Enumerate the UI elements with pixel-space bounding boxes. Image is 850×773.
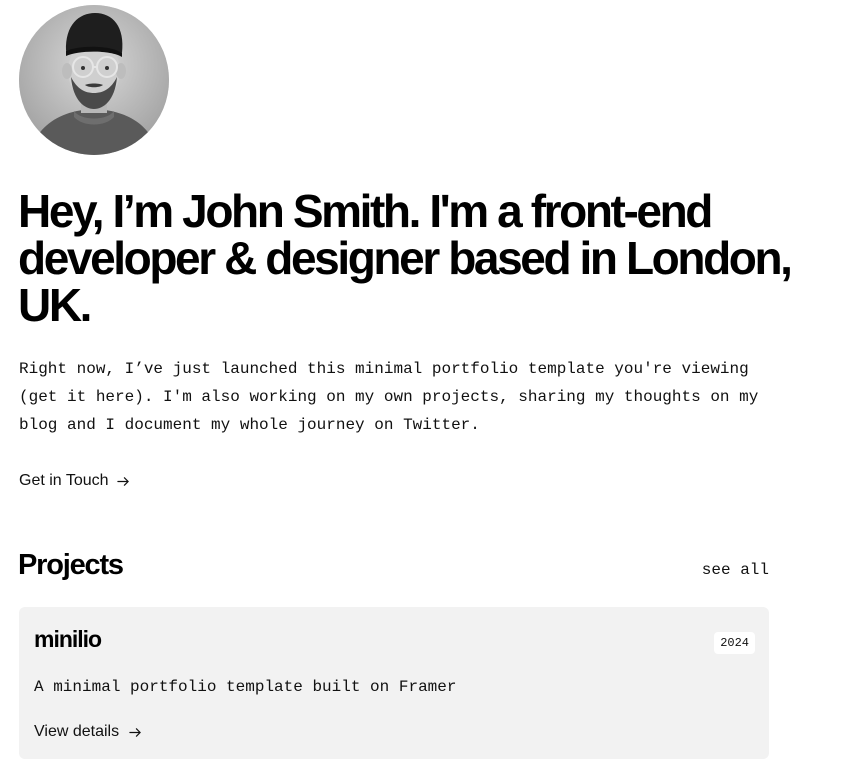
avatar xyxy=(19,5,169,155)
arrow-right-icon xyxy=(129,727,141,737)
see-all-link[interactable]: see all xyxy=(702,559,769,581)
intro-paragraph: Right now, I’ve just launched this minim… xyxy=(19,360,759,434)
project-card[interactable]: minilio 2024 A minimal portfolio templat… xyxy=(19,607,769,759)
arrow-right-icon xyxy=(116,476,129,486)
get-in-touch-label: Get in Touch xyxy=(19,472,109,489)
project-description: A minimal portfolio template built on Fr… xyxy=(34,678,457,696)
get-in-touch-link[interactable]: Get in Touch xyxy=(19,470,130,492)
projects-heading: Projects xyxy=(18,549,124,581)
project-name: minilio xyxy=(34,626,102,652)
project-year-badge: 2024 xyxy=(714,632,755,654)
page-title: Hey, I’m John Smith. I'm a front-end dev… xyxy=(18,185,793,331)
view-details-label: View details xyxy=(34,723,120,740)
avatar-image xyxy=(19,5,169,155)
view-details-link[interactable]: View details xyxy=(34,721,142,743)
